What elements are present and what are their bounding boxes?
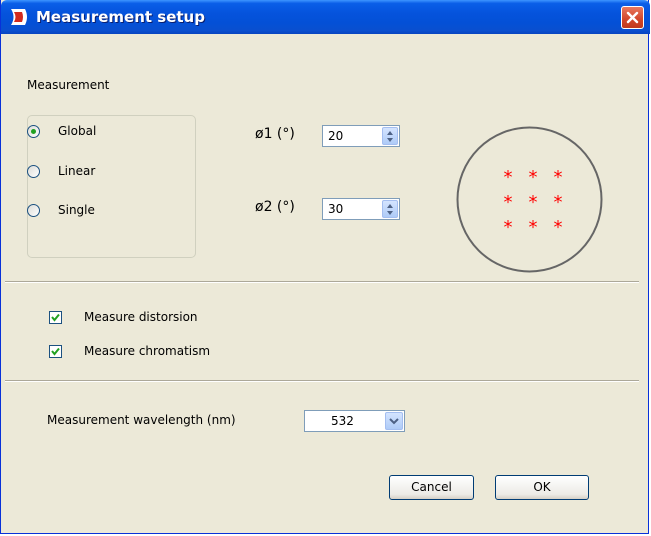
measurement-section-label: Measurement: [27, 78, 110, 92]
dialog-window: Measurement setup Measurement Global Lin…: [0, 0, 650, 534]
measure-chromatism-checkbox[interactable]: [49, 344, 62, 358]
radio-label-global: Global: [58, 124, 97, 138]
dialog-content: Measurement Global Linear Single ø1 (°) …: [5, 34, 646, 530]
chevron-down-icon: [389, 418, 399, 425]
radio-global[interactable]: Global: [27, 121, 96, 141]
wavelength-select[interactable]: 532: [304, 410, 405, 432]
phi2-value: 30: [328, 202, 344, 216]
measurement-point-marker: *: [554, 192, 563, 213]
measurement-point-marker: *: [529, 167, 538, 188]
window-title: Measurement setup: [36, 8, 205, 26]
phi1-value: 20: [328, 129, 344, 143]
close-icon: [626, 11, 639, 24]
wavelength-dropdown-button[interactable]: [385, 412, 403, 430]
radio-single[interactable]: Single: [27, 200, 95, 220]
phi2-spin-buttons[interactable]: [382, 200, 398, 218]
measurement-point-marker: *: [529, 217, 538, 238]
wavelength-label: Measurement wavelength (nm): [47, 413, 236, 427]
phi1-spin-buttons[interactable]: [382, 127, 398, 145]
measure-distorsion-checkbox[interactable]: [49, 310, 62, 324]
cancel-button[interactable]: Cancel: [389, 475, 474, 500]
measurement-point-marker: *: [504, 192, 513, 213]
separator-2: [5, 380, 639, 382]
measure-distorsion-row[interactable]: Measure distorsion: [49, 307, 198, 327]
phi2-spinner[interactable]: 30: [322, 198, 400, 220]
radio-button-linear[interactable]: [27, 164, 40, 178]
radio-label-linear: Linear: [58, 164, 96, 178]
check-mark-icon: [51, 347, 60, 356]
measure-distorsion-label: Measure distorsion: [84, 310, 198, 324]
measurement-point-marker: *: [504, 217, 513, 238]
check-mark-icon: [51, 313, 60, 322]
radio-button-single[interactable]: [27, 203, 40, 217]
measurement-point-marker: *: [554, 217, 563, 238]
measurement-point-marker: *: [504, 167, 513, 188]
separator-1: [5, 281, 639, 283]
preview-marker-grid: * * * * * * * * *: [504, 167, 563, 238]
measure-chromatism-row[interactable]: Measure chromatism: [49, 341, 210, 361]
ok-button[interactable]: OK: [495, 475, 589, 500]
title-bar[interactable]: Measurement setup: [1, 0, 650, 34]
spin-arrows-icon: [387, 204, 393, 215]
measurement-point-marker: *: [554, 167, 563, 188]
close-button[interactable]: [621, 6, 644, 29]
measurement-point-marker: *: [529, 192, 538, 213]
app-logo-icon: [11, 9, 29, 25]
radio-button-global[interactable]: [27, 124, 40, 138]
radio-linear[interactable]: Linear: [27, 161, 95, 181]
phi1-label: ø1 (°): [255, 126, 295, 142]
spin-arrows-icon: [387, 131, 393, 142]
measure-chromatism-label: Measure chromatism: [84, 344, 211, 358]
radio-label-single: Single: [58, 203, 95, 217]
phi1-spinner[interactable]: 20: [322, 125, 400, 147]
measurement-points-preview: * * * * * * * * *: [456, 126, 603, 273]
wavelength-value: 532: [331, 414, 354, 428]
phi2-label: ø2 (°): [255, 199, 295, 215]
